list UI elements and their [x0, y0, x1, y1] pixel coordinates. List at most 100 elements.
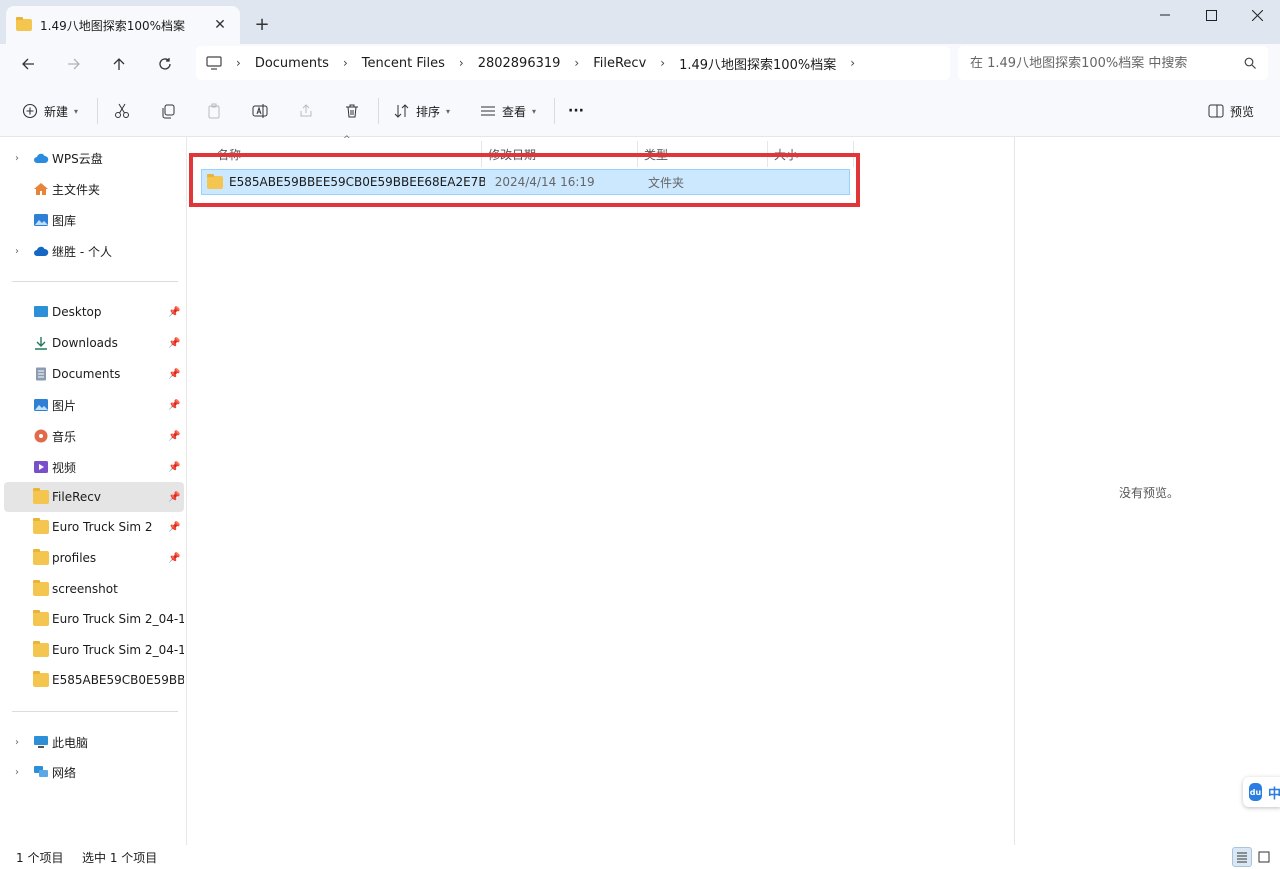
new-button[interactable]: 新建 ▾: [16, 96, 84, 126]
copy-icon: [162, 104, 175, 119]
ime-indicator[interactable]: du 中: [1243, 777, 1280, 807]
paste-button[interactable]: [198, 96, 230, 126]
details-view-icon: [1237, 852, 1247, 863]
sidebar-item-music[interactable]: 音乐 📌: [4, 421, 184, 451]
pin-icon[interactable]: 📌: [168, 338, 182, 349]
close-tab-button[interactable]: ✕: [210, 15, 230, 35]
sidebar-item-ets-0412[interactable]: Euro Truck Sim 2_04-12-: [4, 604, 184, 634]
sidebar-item-home[interactable]: 主文件夹: [4, 174, 184, 204]
pictures-icon: [34, 399, 48, 411]
sidebar-item-wps-cloud[interactable]: › WPS云盘: [4, 143, 184, 173]
pin-icon[interactable]: 📌: [168, 462, 182, 473]
sidebar-item-onedrive[interactable]: › 继胜 - 个人: [4, 236, 184, 266]
trash-icon: [346, 104, 358, 118]
breadcrumb-separator[interactable]: ›: [574, 56, 579, 70]
thumbnail-view-button[interactable]: [1254, 847, 1274, 867]
ime-paw-icon: du: [1249, 783, 1262, 801]
sidebar-item-desktop[interactable]: Desktop 📌: [4, 297, 184, 327]
new-tab-button[interactable]: +: [250, 12, 274, 36]
arrow-up-icon: [113, 58, 125, 70]
sidebar-item-documents[interactable]: Documents 📌: [4, 359, 184, 389]
music-icon: [34, 429, 48, 443]
breadcrumb-current-folder[interactable]: 1.49八地图探索100%档案: [679, 54, 836, 73]
breadcrumb-separator[interactable]: ›: [343, 56, 348, 70]
sort-button-label: 排序: [416, 104, 441, 119]
pin-icon[interactable]: 📌: [168, 307, 182, 318]
annotation-highlight: [189, 153, 860, 207]
chevron-right-icon[interactable]: ›: [4, 153, 30, 164]
sidebar-item-label: Euro Truck Sim 2_04-13-: [52, 643, 184, 657]
breadcrumb-documents[interactable]: Documents: [255, 56, 329, 71]
sidebar-item-pictures[interactable]: 图片 📌: [4, 390, 184, 420]
copy-button[interactable]: [152, 96, 184, 126]
rename-button[interactable]: [244, 96, 276, 126]
sidebar-item-e585-folder[interactable]: E585ABE59CB0E59BBEE: [4, 665, 184, 695]
thumbnail-view-icon: [1258, 851, 1270, 863]
pin-icon[interactable]: 📌: [168, 431, 182, 442]
search-input[interactable]: [970, 55, 1244, 71]
address-bar[interactable]: › Documents › Tencent Files › 2802896319…: [196, 46, 950, 80]
breadcrumb-filerecv[interactable]: FileRecv: [593, 56, 646, 71]
sidebar-item-videos[interactable]: 视频 📌: [4, 452, 184, 482]
chevron-right-icon[interactable]: ›: [4, 737, 30, 748]
breadcrumb-separator[interactable]: ›: [660, 56, 665, 70]
sidebar-item-label: Downloads: [52, 336, 118, 350]
preview-pane: 没有预览。 du 中: [1014, 137, 1280, 845]
pin-icon[interactable]: 📌: [168, 400, 182, 411]
plus-circle-icon: [22, 103, 38, 119]
folder-icon: [33, 518, 49, 534]
chevron-right-icon[interactable]: ›: [4, 767, 30, 778]
file-list[interactable]: ^ 名称 修改日期 类型 大小 E585ABE59BBEE59CB0E59BBE…: [188, 135, 1014, 845]
up-button[interactable]: [103, 48, 135, 80]
refresh-button[interactable]: [149, 48, 181, 80]
preview-button-label: 预览: [1230, 104, 1255, 119]
sidebar-item-euro-truck-sim[interactable]: Euro Truck Sim 2 📌: [4, 512, 184, 542]
breadcrumb-separator[interactable]: ›: [459, 56, 464, 70]
tab-current[interactable]: 1.49八地图探索100%档案 ✕: [6, 6, 240, 44]
list-view-icon: [481, 106, 495, 116]
sidebar-item-this-pc[interactable]: › 此电脑: [4, 727, 184, 757]
preview-pane-icon: [1208, 104, 1224, 118]
breadcrumb-separator[interactable]: ›: [236, 56, 241, 70]
sort-button[interactable]: 排序 ▾: [388, 96, 456, 126]
minimize-button[interactable]: [1142, 0, 1188, 30]
scissors-icon: [115, 103, 129, 118]
sidebar-item-label: Euro Truck Sim 2_04-12-: [52, 612, 184, 626]
sidebar-item-gallery[interactable]: 图库: [4, 205, 184, 235]
no-preview-text: 没有预览。: [1119, 486, 1180, 500]
view-button[interactable]: 查看 ▾: [474, 96, 542, 126]
pin-icon[interactable]: 📌: [168, 553, 182, 564]
sidebar-item-network[interactable]: › 网络: [4, 757, 184, 787]
share-button[interactable]: [290, 96, 322, 126]
breadcrumb-tencent-files[interactable]: Tencent Files: [362, 56, 445, 71]
sidebar-item-downloads[interactable]: Downloads 📌: [4, 328, 184, 358]
sidebar-item-ets-0413[interactable]: Euro Truck Sim 2_04-13-: [4, 635, 184, 665]
minimize-icon: [1160, 14, 1170, 16]
sidebar-item-screenshot[interactable]: screenshot: [4, 574, 184, 604]
pin-icon[interactable]: 📌: [168, 369, 182, 380]
preview-pane-button[interactable]: 预览: [1202, 96, 1260, 126]
breadcrumb-separator[interactable]: ›: [850, 56, 855, 70]
details-view-button[interactable]: [1232, 847, 1252, 867]
pin-icon[interactable]: 📌: [168, 522, 182, 533]
download-icon: [35, 337, 47, 350]
pin-icon[interactable]: 📌: [168, 492, 182, 503]
command-bar: 新建 ▾ 排序 ▾ 查看 ▾ ··· 预览: [0, 84, 1280, 137]
navigation-bar: › Documents › Tencent Files › 2802896319…: [0, 44, 1280, 84]
breadcrumb-qq-number[interactable]: 2802896319: [478, 56, 561, 71]
back-button[interactable]: [12, 48, 44, 80]
divider: [12, 711, 178, 712]
close-window-button[interactable]: [1234, 0, 1280, 30]
delete-button[interactable]: [336, 96, 368, 126]
clipboard-icon: [208, 103, 220, 119]
sidebar-item-filerecv[interactable]: FileRecv 📌: [4, 482, 184, 512]
cut-button[interactable]: [106, 96, 138, 126]
sidebar-item-label: FileRecv: [52, 490, 101, 504]
maximize-button[interactable]: [1188, 0, 1234, 30]
search-box[interactable]: [958, 46, 1268, 80]
forward-button[interactable]: [58, 48, 90, 80]
sidebar-item-profiles[interactable]: profiles 📌: [4, 543, 184, 573]
search-icon[interactable]: [1244, 57, 1256, 69]
more-options-button[interactable]: ···: [562, 96, 590, 126]
chevron-right-icon[interactable]: ›: [4, 246, 30, 257]
